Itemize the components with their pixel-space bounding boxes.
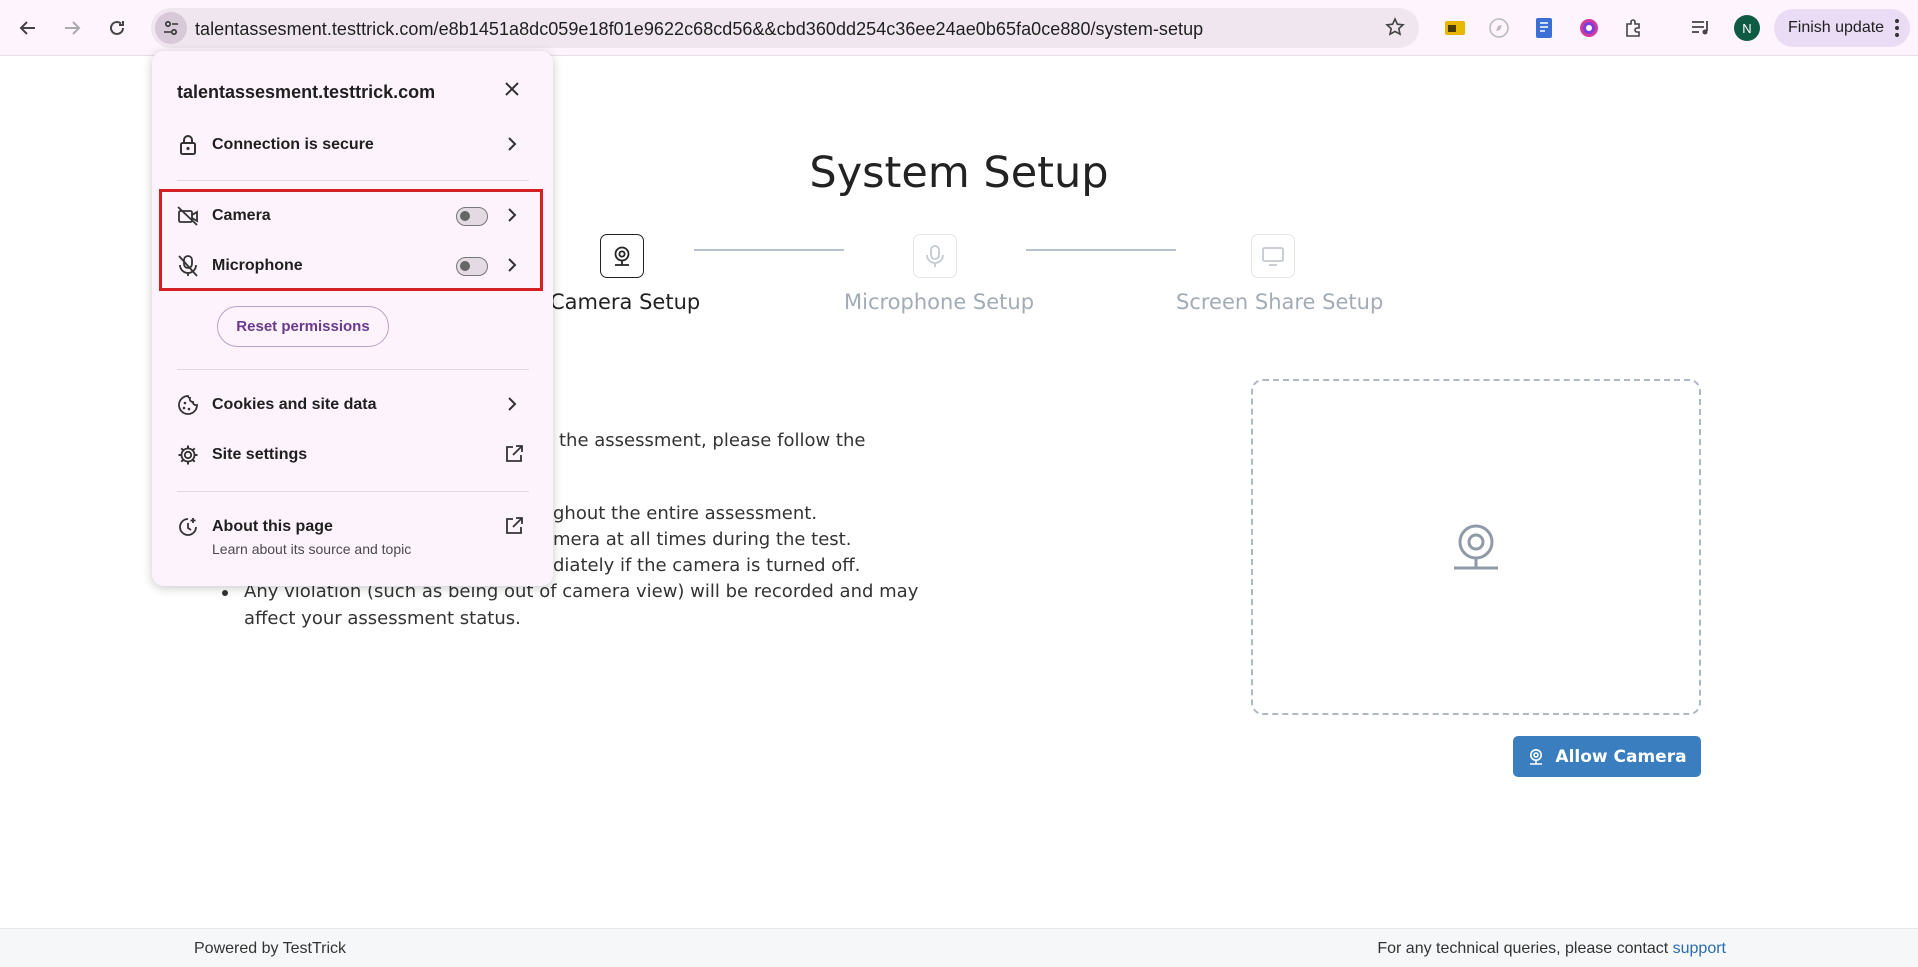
allow-camera-button[interactable]: Allow Camera [1513, 736, 1701, 777]
divider [177, 491, 529, 492]
rule-text: mera at all times during the test. [553, 529, 852, 550]
step-label-screen-share: Screen Share Setup [1176, 290, 1384, 314]
extension-folder-icon[interactable] [1441, 14, 1469, 42]
powered-by: Powered by TestTrick [194, 940, 347, 957]
cookies-row[interactable]: Cookies and site data [152, 385, 553, 425]
divider [177, 369, 529, 370]
allow-camera-label: Allow Camera [1555, 746, 1687, 767]
permissions-highlight-box [159, 189, 543, 291]
extension-notes-icon[interactable] [1530, 14, 1558, 42]
tune-icon [164, 20, 178, 36]
extension-compass-icon[interactable] [1485, 14, 1513, 42]
cookies-label: Cookies and site data [212, 396, 377, 413]
rule-text: diately if the camera is turned off. [553, 555, 861, 576]
close-icon[interactable] [504, 81, 520, 102]
instructions-intro: the assessment, please follow the [559, 430, 866, 451]
site-settings-label: Site settings [212, 446, 308, 463]
back-arrow-icon [19, 21, 35, 35]
monitor-icon [1262, 247, 1284, 266]
support-link[interactable]: support [1673, 940, 1726, 957]
gear-icon [177, 444, 199, 466]
reload-icon [110, 20, 124, 35]
step-connector [1026, 249, 1176, 251]
open-external-icon [504, 444, 524, 469]
rule-text: affect your assessment status. [244, 608, 521, 629]
profile-avatar[interactable]: N [1734, 15, 1760, 41]
reload-button[interactable] [101, 12, 133, 44]
chevron-right-icon [507, 136, 517, 157]
step-microphone-icon-box [913, 234, 957, 278]
open-external-icon [504, 516, 524, 541]
address-bar[interactable]: talentassesment.testtrick.com/e8b1451a8d… [151, 8, 1419, 48]
extensions-puzzle-icon[interactable] [1620, 14, 1648, 42]
site-settings-row[interactable]: Site settings [152, 435, 553, 475]
step-camera-icon-box [600, 234, 644, 278]
rule-text: ghout the entire assessment. [553, 503, 818, 524]
back-button[interactable] [12, 12, 44, 44]
forward-button[interactable] [56, 12, 88, 44]
cookie-icon [177, 394, 199, 416]
lock-icon [177, 134, 199, 156]
footer: Powered by TestTrick For any technical q… [0, 928, 1918, 967]
connection-label: Connection is secure [212, 136, 374, 153]
extension-color-icon[interactable] [1575, 14, 1603, 42]
site-info-popup: talentassesment.testtrick.com Connection… [152, 51, 553, 586]
about-label: About this page [212, 518, 333, 535]
url-text: talentassesment.testtrick.com/e8b1451a8d… [195, 19, 1204, 39]
step-connector [694, 249, 844, 251]
step-screen-icon-box [1251, 234, 1295, 278]
rule-bullet [222, 590, 228, 596]
connection-row[interactable]: Connection is secure [152, 125, 553, 165]
footer-contact: For any technical queries, please contac… [1377, 940, 1726, 958]
step-label-camera: Camera Setup [550, 290, 701, 314]
browser-toolbar: talentassesment.testtrick.com/e8b1451a8d… [0, 0, 1918, 56]
microphone-icon [926, 245, 944, 267]
divider [177, 180, 529, 181]
camera-preview [1251, 379, 1701, 715]
webcam-placeholder-icon [1454, 524, 1498, 570]
contact-text: For any technical queries, please contac… [1377, 940, 1669, 957]
webcam-icon [614, 246, 630, 266]
forward-arrow-icon [65, 21, 81, 35]
popup-domain: talentassesment.testtrick.com [177, 82, 436, 102]
bookmark-star-icon[interactable] [1385, 17, 1405, 42]
about-page-row[interactable]: About this page Learn about its source a… [152, 507, 553, 563]
media-control-icon[interactable] [1687, 14, 1715, 42]
about-page-icon [177, 516, 199, 538]
more-vert-icon [1895, 19, 1899, 37]
finish-update-label: Finish update [1788, 19, 1885, 36]
site-info-button[interactable] [155, 12, 187, 44]
step-label-microphone: Microphone Setup [844, 290, 1035, 314]
webcam-icon [1530, 748, 1543, 765]
reset-permissions-button[interactable]: Reset permissions [217, 306, 389, 347]
about-subtitle: Learn about its source and topic [212, 541, 412, 557]
finish-update-button[interactable]: Finish update [1774, 9, 1910, 47]
chevron-right-icon [507, 396, 517, 417]
